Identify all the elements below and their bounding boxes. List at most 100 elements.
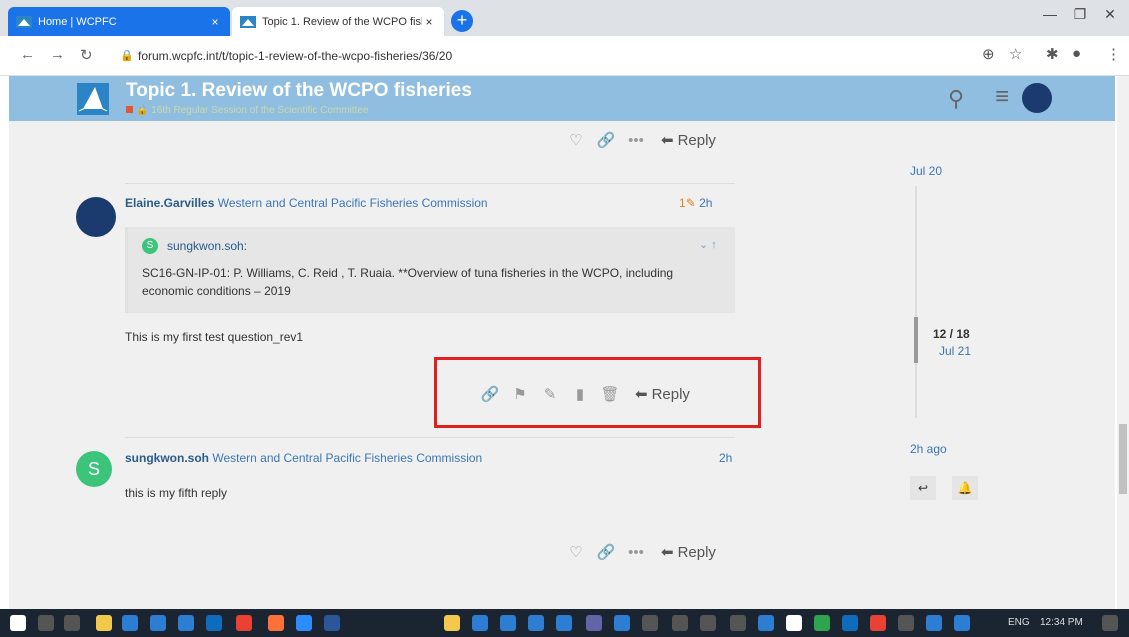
- outlook-icon[interactable]: [206, 615, 222, 631]
- tray-app-icon[interactable]: [556, 615, 572, 631]
- url-text[interactable]: forum.wcpfc.int/t/topic-1-review-of-the-…: [138, 49, 452, 63]
- ie-icon[interactable]: [178, 615, 194, 631]
- post-time[interactable]: 2h: [699, 196, 712, 210]
- star-icon[interactable]: ☆: [1009, 45, 1022, 63]
- divider: [125, 183, 735, 184]
- minimize-icon[interactable]: —: [1040, 6, 1060, 22]
- close-icon[interactable]: ×: [208, 15, 222, 29]
- tray-app-icon[interactable]: [444, 615, 460, 631]
- tray-app-icon[interactable]: [614, 615, 630, 631]
- reply-button[interactable]: ⬅ Reply: [661, 131, 716, 149]
- close-window-icon[interactable]: ✕: [1100, 6, 1120, 23]
- reply-button[interactable]: ⬅ Reply: [661, 543, 716, 561]
- post-time[interactable]: 2h: [719, 451, 732, 465]
- tray-app-icon[interactable]: [528, 615, 544, 631]
- scrollbar-thumb[interactable]: [1119, 424, 1127, 494]
- zoom-icon[interactable]: [296, 615, 312, 631]
- tab-home-wcpfc[interactable]: Home | WCPFC ×: [8, 7, 230, 36]
- back-icon[interactable]: ←: [20, 46, 35, 63]
- notification-icon[interactable]: [1102, 615, 1118, 631]
- scrollbar[interactable]: [1117, 76, 1129, 609]
- divider: [125, 437, 735, 438]
- new-tab-button[interactable]: +: [451, 10, 473, 32]
- search-icon[interactable]: [38, 615, 54, 631]
- quote-block: S sungkwon.soh: ⌄ ↑ SC16-GN-IP-01: P. Wi…: [125, 227, 735, 313]
- wcpfc-logo-icon[interactable]: [77, 83, 109, 115]
- profile-icon[interactable]: ●: [1072, 45, 1081, 62]
- user-org: Western and Central Pacific Fisheries Co…: [217, 196, 488, 210]
- extensions-icon[interactable]: ✱: [1046, 45, 1059, 63]
- more-icon[interactable]: •••: [621, 544, 651, 561]
- timeline-position: 12 / 18: [933, 327, 970, 341]
- search-icon[interactable]: ⚲: [948, 86, 964, 112]
- tab-label: Topic 1. Review of the WCPO fish: [262, 15, 422, 28]
- highlight-box: [434, 357, 761, 428]
- tray-app-icon[interactable]: [672, 615, 688, 631]
- edge-icon[interactable]: [122, 615, 138, 631]
- link-icon[interactable]: 🔗: [591, 543, 621, 561]
- wcpfc-favicon-icon: [240, 15, 256, 28]
- word-icon[interactable]: [324, 615, 340, 631]
- avatar[interactable]: S: [76, 451, 112, 487]
- timeline-start-date[interactable]: Jul 20: [910, 164, 942, 178]
- timeline-end-date[interactable]: 2h ago: [910, 442, 947, 456]
- tray-app-icon[interactable]: [898, 615, 914, 631]
- reload-icon[interactable]: ↻: [80, 46, 93, 64]
- post-author: Elaine.Garvilles Western and Central Pac…: [125, 196, 488, 210]
- tray-app-icon[interactable]: [758, 615, 774, 631]
- hamburger-menu-icon[interactable]: ≡: [995, 83, 1009, 111]
- address-bar[interactable]: 🔒 forum.wcpfc.int/t/topic-1-review-of-th…: [108, 42, 828, 70]
- tray-app-icon[interactable]: [730, 615, 746, 631]
- tray-app-icon[interactable]: [500, 615, 516, 631]
- like-icon[interactable]: ♡: [561, 543, 591, 561]
- windows-start-icon[interactable]: [10, 615, 26, 631]
- category-badge[interactable]: 🔒 16th Regular Session of the Scientific…: [126, 105, 369, 116]
- tray-app-icon[interactable]: [786, 615, 802, 631]
- menu-dots-icon[interactable]: ⋮: [1106, 45, 1121, 63]
- tab-topic[interactable]: Topic 1. Review of the WCPO fish ×: [232, 7, 444, 36]
- task-view-icon[interactable]: [64, 615, 80, 631]
- reply-icon[interactable]: ↩: [910, 476, 936, 500]
- network-icon[interactable]: [954, 615, 970, 631]
- username[interactable]: sungkwon.soh: [125, 451, 209, 465]
- store-icon[interactable]: [150, 615, 166, 631]
- bell-icon[interactable]: 🔔: [952, 476, 978, 500]
- forward-icon[interactable]: →: [50, 46, 65, 63]
- avatar: S: [142, 238, 158, 254]
- site-header: Topic 1. Review of the WCPO fisheries 🔒 …: [9, 76, 1115, 121]
- category-name: 16th Regular Session of the Scientific C…: [151, 105, 369, 116]
- timeline-track[interactable]: [915, 186, 917, 418]
- restore-icon[interactable]: ❐: [1070, 6, 1090, 23]
- lock-icon: 🔒: [120, 50, 134, 62]
- tray-app-icon[interactable]: [870, 615, 886, 631]
- topic-content: ♡ 🔗 ••• ⬅ Reply Elaine.Garvilles Western …: [9, 121, 1115, 609]
- tray-app-icon[interactable]: [814, 615, 830, 631]
- volume-icon[interactable]: [700, 615, 716, 631]
- category-color-icon: [126, 106, 133, 113]
- timeline-handle[interactable]: [914, 317, 918, 363]
- file-explorer-icon[interactable]: [96, 615, 112, 631]
- pencil-icon[interactable]: ✎: [686, 196, 696, 210]
- user-avatar[interactable]: [1022, 83, 1052, 113]
- quote-toggle-icon[interactable]: ⌄ ↑: [699, 238, 717, 251]
- language-indicator[interactable]: ENG: [1008, 617, 1030, 628]
- tray-app-icon[interactable]: [842, 615, 858, 631]
- tray-app-icon[interactable]: [472, 615, 488, 631]
- close-icon[interactable]: ×: [422, 15, 436, 29]
- add-icon[interactable]: ⊕: [982, 45, 995, 63]
- clock[interactable]: 12:34 PM: [1040, 617, 1083, 628]
- post-author: sungkwon.soh Western and Central Pacific…: [125, 451, 482, 465]
- edit-count[interactable]: 1: [679, 196, 686, 210]
- bluetooth-icon[interactable]: [926, 615, 942, 631]
- avatar[interactable]: [76, 197, 116, 237]
- link-icon[interactable]: 🔗: [591, 131, 621, 149]
- teams-icon[interactable]: [586, 615, 602, 631]
- more-icon[interactable]: •••: [621, 132, 651, 149]
- like-icon[interactable]: ♡: [561, 131, 591, 149]
- tab-strip: Home | WCPFC × Topic 1. Review of the WC…: [0, 0, 1129, 36]
- firefox-icon[interactable]: [268, 615, 284, 631]
- tray-app-icon[interactable]: [642, 615, 658, 631]
- topic-title[interactable]: Topic 1. Review of the WCPO fisheries: [126, 80, 472, 102]
- username[interactable]: Elaine.Garvilles: [125, 196, 214, 210]
- chrome-icon[interactable]: [236, 615, 252, 631]
